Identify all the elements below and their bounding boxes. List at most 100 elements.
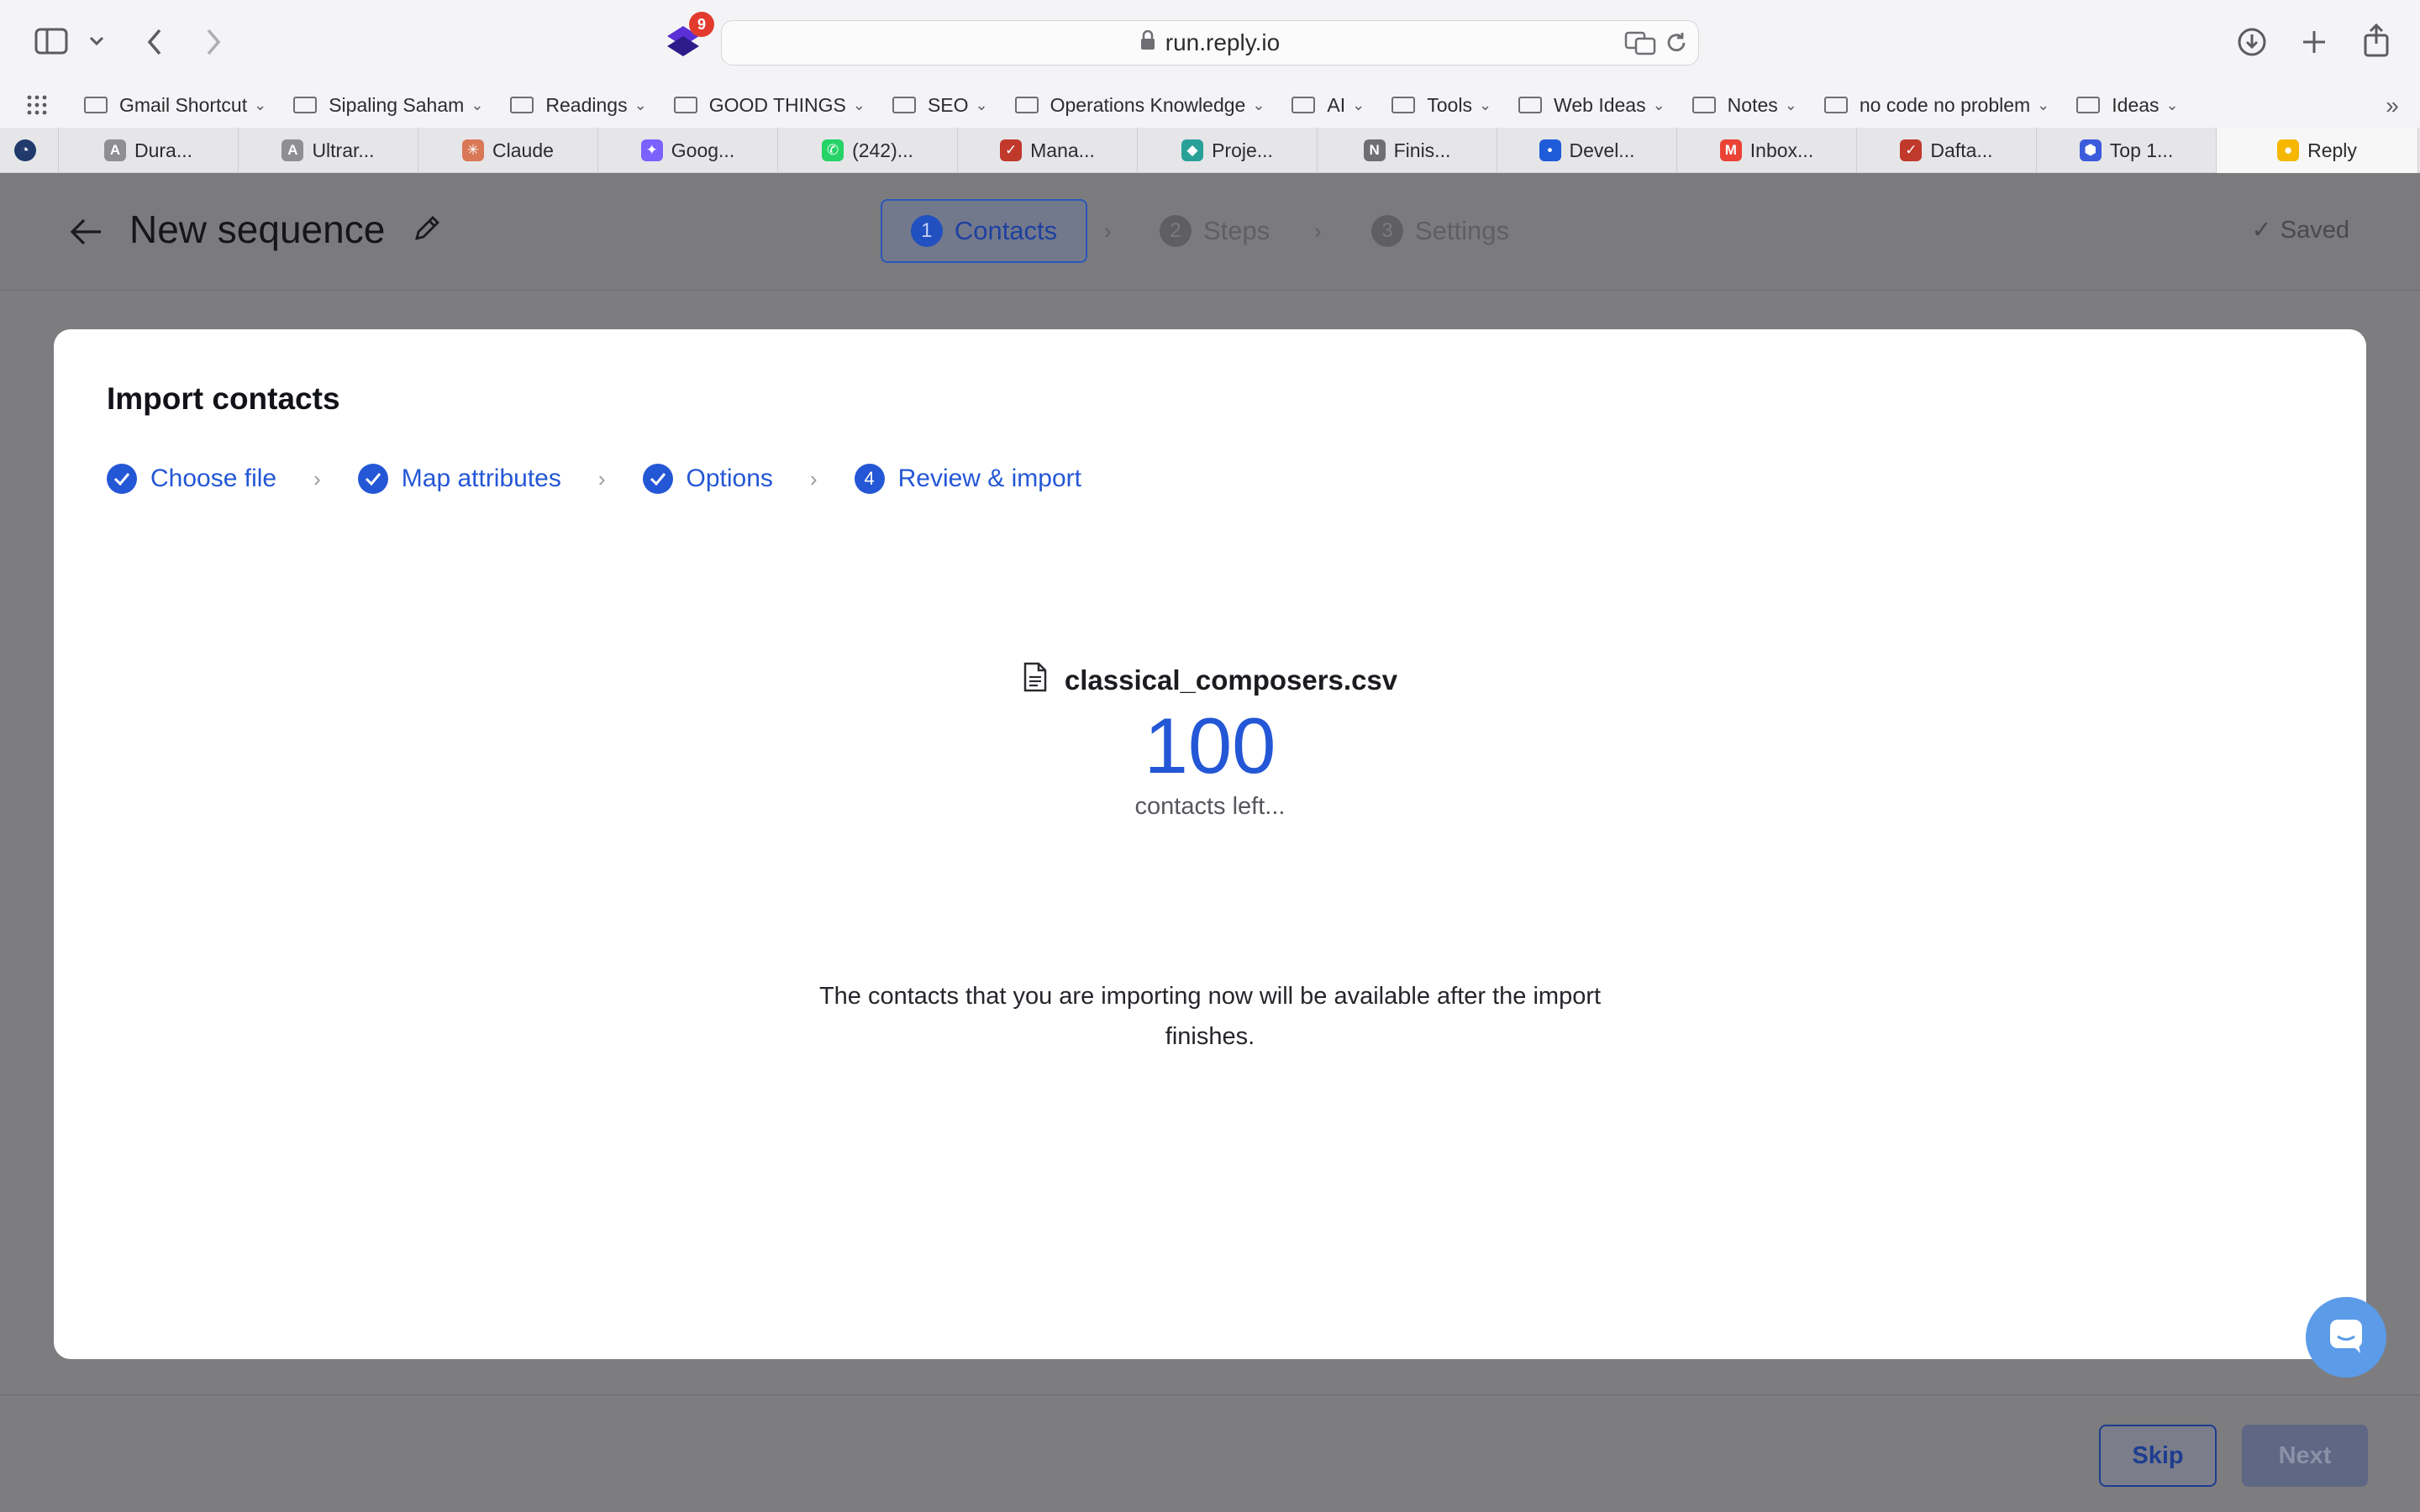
bookmark-folder[interactable]: Operations Knowledge ⌄ [1014, 93, 1265, 117]
browser-tab[interactable]: ◆ Proje... [1138, 128, 1318, 173]
wizard-step-label: Review & import [897, 465, 1081, 492]
folder-icon [84, 97, 108, 113]
tab-favicon-icon: ✦ [640, 139, 663, 161]
downloads-icon[interactable] [2235, 25, 2269, 59]
folder-icon [293, 97, 318, 113]
wizard-step-map-attributes[interactable]: Map attributes [357, 464, 561, 494]
card-title: Import contacts [107, 381, 340, 416]
edit-pencil-icon[interactable] [412, 213, 445, 247]
chevron-down-icon: ⌄ [1252, 96, 1265, 113]
tab-label: Devel... [1569, 139, 1635, 161]
new-tab-icon[interactable] [2297, 25, 2331, 59]
bookmark-folder[interactable]: GOOD THINGS ⌄ [673, 93, 865, 117]
saved-label: Saved [2280, 217, 2349, 244]
folder-icon [1292, 97, 1316, 113]
bookmark-folder[interactable]: AI ⌄ [1292, 94, 1365, 117]
back-icon[interactable] [138, 25, 171, 59]
more-bookmarks-icon[interactable]: » [2380, 92, 2405, 118]
wizard-step-review-import: 4 Review & import [854, 464, 1081, 494]
browser-tab[interactable]: A Dura... [59, 128, 239, 173]
chevron-right-icon: › [313, 465, 321, 491]
bookmark-folder[interactable]: no code no problem ⌄ [1823, 94, 2049, 117]
tab-label: Goog... [671, 139, 735, 161]
chevron-down-icon: ⌄ [1352, 96, 1365, 113]
file-name-row: classical_composers.csv [54, 662, 2366, 699]
chevron-right-icon: › [1314, 218, 1322, 244]
bookmark-folder[interactable]: Sipaling Saham ⌄ [293, 94, 483, 117]
sequence-title: New sequence [129, 207, 386, 251]
tab-label: Claude [492, 139, 554, 161]
tab-favicon-icon: M [1719, 139, 1742, 161]
pinned-tab[interactable]: ◔ [0, 128, 59, 173]
chevron-right-icon: › [1104, 218, 1112, 244]
browser-tab[interactable]: M Inbox... [1677, 128, 1857, 173]
browser-tab[interactable]: N Finis... [1318, 128, 1497, 173]
step-settings[interactable]: 3 Settings [1371, 199, 1509, 263]
bookmark-label: Web Ideas [1554, 93, 1646, 116]
bookmark-folder[interactable]: Notes ⌄ [1691, 94, 1797, 117]
share-icon[interactable] [2360, 22, 2393, 59]
step-number: 2 [1160, 215, 1192, 247]
lock-icon [1140, 29, 1155, 56]
check-circle-icon [107, 464, 137, 494]
next-button[interactable]: Next [2242, 1425, 2368, 1487]
browser-tab[interactable]: ✳ Claude [418, 128, 598, 173]
address-bar[interactable]: run.reply.io [721, 20, 1699, 66]
back-arrow-icon[interactable] [64, 210, 108, 254]
wizard-step-label: Map attributes [401, 465, 561, 492]
apps-grid-icon[interactable] [25, 93, 49, 117]
wizard-step-options[interactable]: Options [642, 464, 773, 494]
bookmark-label: GOOD THINGS [708, 93, 846, 116]
chat-bubble-icon [2327, 1316, 2365, 1359]
pinned-tab-icon: ◔ [13, 139, 36, 161]
chat-support-button[interactable] [2306, 1297, 2386, 1378]
saved-status: ✓ Saved [2251, 215, 2349, 244]
url-text: run.reply.io [1165, 29, 1281, 55]
browser-tab[interactable]: ✓ Dafta... [1857, 128, 2037, 173]
bookmark-folder[interactable]: Ideas ⌄ [2076, 93, 2179, 117]
browser-tab[interactable]: ✆ (242)... [778, 128, 958, 173]
chevron-down-icon: ⌄ [1478, 96, 1492, 113]
chevron-down-icon: ⌄ [852, 96, 865, 113]
chevron-down-icon: ⌄ [1652, 96, 1665, 113]
browser-tab[interactable]: ⬢ Top 1... [2037, 128, 2217, 173]
app-overlay: New sequence 1 Contacts › 2 Steps › 3 Se… [0, 173, 2420, 1512]
bookmark-folder[interactable]: Tools ⌄ [1392, 94, 1491, 117]
tab-label: Mana... [1030, 139, 1095, 161]
skip-button[interactable]: Skip [2099, 1425, 2217, 1487]
sidebar-toggle-icon[interactable] [32, 25, 71, 57]
chevron-down-icon[interactable] [84, 29, 109, 54]
bookmark-folder[interactable]: Web Ideas ⌄ [1518, 94, 1665, 117]
file-name: classical_composers.csv [1064, 664, 1398, 696]
tab-label: Dura... [134, 139, 193, 161]
tab-label: Dafta... [1930, 139, 1993, 161]
forward-icon[interactable] [197, 25, 230, 59]
browser-tab[interactable]: A Ultrar... [239, 128, 418, 173]
bookmark-label: Operations Knowledge [1050, 93, 1246, 116]
browser-tab[interactable]: ✦ Goog... [598, 128, 778, 173]
check-circle-icon [357, 464, 388, 494]
step-contacts[interactable]: 1 Contacts [881, 199, 1087, 263]
reload-icon[interactable] [1662, 29, 1691, 57]
step-number: 3 [1371, 215, 1403, 247]
import-note: The contacts that you are importing now … [818, 983, 1602, 1050]
contacts-left-count: 100 [1144, 701, 1276, 790]
browser-tab[interactable]: • Devel... [1497, 128, 1677, 173]
browser-tab[interactable]: ● Reply [2217, 128, 2418, 173]
translate-icon[interactable] [1623, 29, 1657, 57]
browser-tab[interactable]: ✓ Mana... [958, 128, 1138, 173]
bookmark-folder[interactable]: SEO ⌄ [892, 94, 988, 117]
bookmark-label: Ideas [2112, 93, 2160, 116]
tab-favicon-icon: N [1363, 139, 1386, 161]
step-number: 4 [854, 464, 885, 494]
step-steps[interactable]: 2 Steps [1160, 199, 1270, 263]
import-wizard-steps: Choose file › Map attributes › Options ›… [107, 464, 1081, 494]
bookmark-folder[interactable]: Gmail Shortcut ⌄ [84, 94, 266, 117]
chevron-down-icon: ⌄ [471, 96, 484, 113]
wizard-step-choose-file[interactable]: Choose file [107, 464, 276, 494]
folder-icon [892, 97, 916, 113]
bookmark-label: SEO [927, 93, 969, 116]
bookmark-folder[interactable]: Readings ⌄ [510, 94, 647, 117]
import-contacts-card: Import contacts Choose file › Map attrib… [54, 329, 2366, 1359]
check-icon: ✓ [2251, 217, 2272, 244]
